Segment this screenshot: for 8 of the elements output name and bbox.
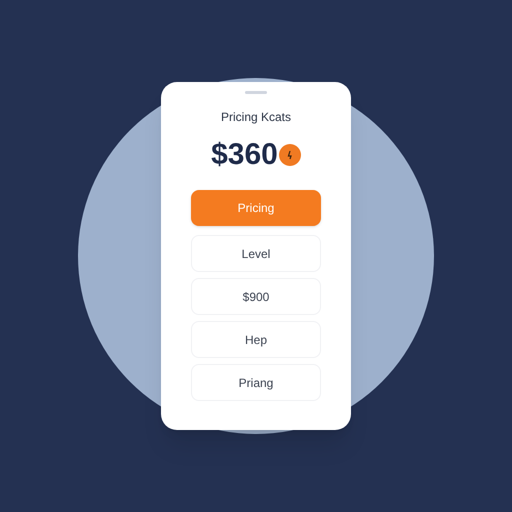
price: $360 xyxy=(211,140,278,170)
option-button[interactable]: $900 xyxy=(191,278,321,315)
option-button[interactable]: Hep xyxy=(191,321,321,358)
coin-icon xyxy=(278,144,301,166)
card-title: Pricing Kcats xyxy=(220,109,292,126)
option-button[interactable]: Priang xyxy=(191,364,321,401)
option-button[interactable]: Level xyxy=(191,235,321,272)
drag-handle xyxy=(245,91,267,94)
